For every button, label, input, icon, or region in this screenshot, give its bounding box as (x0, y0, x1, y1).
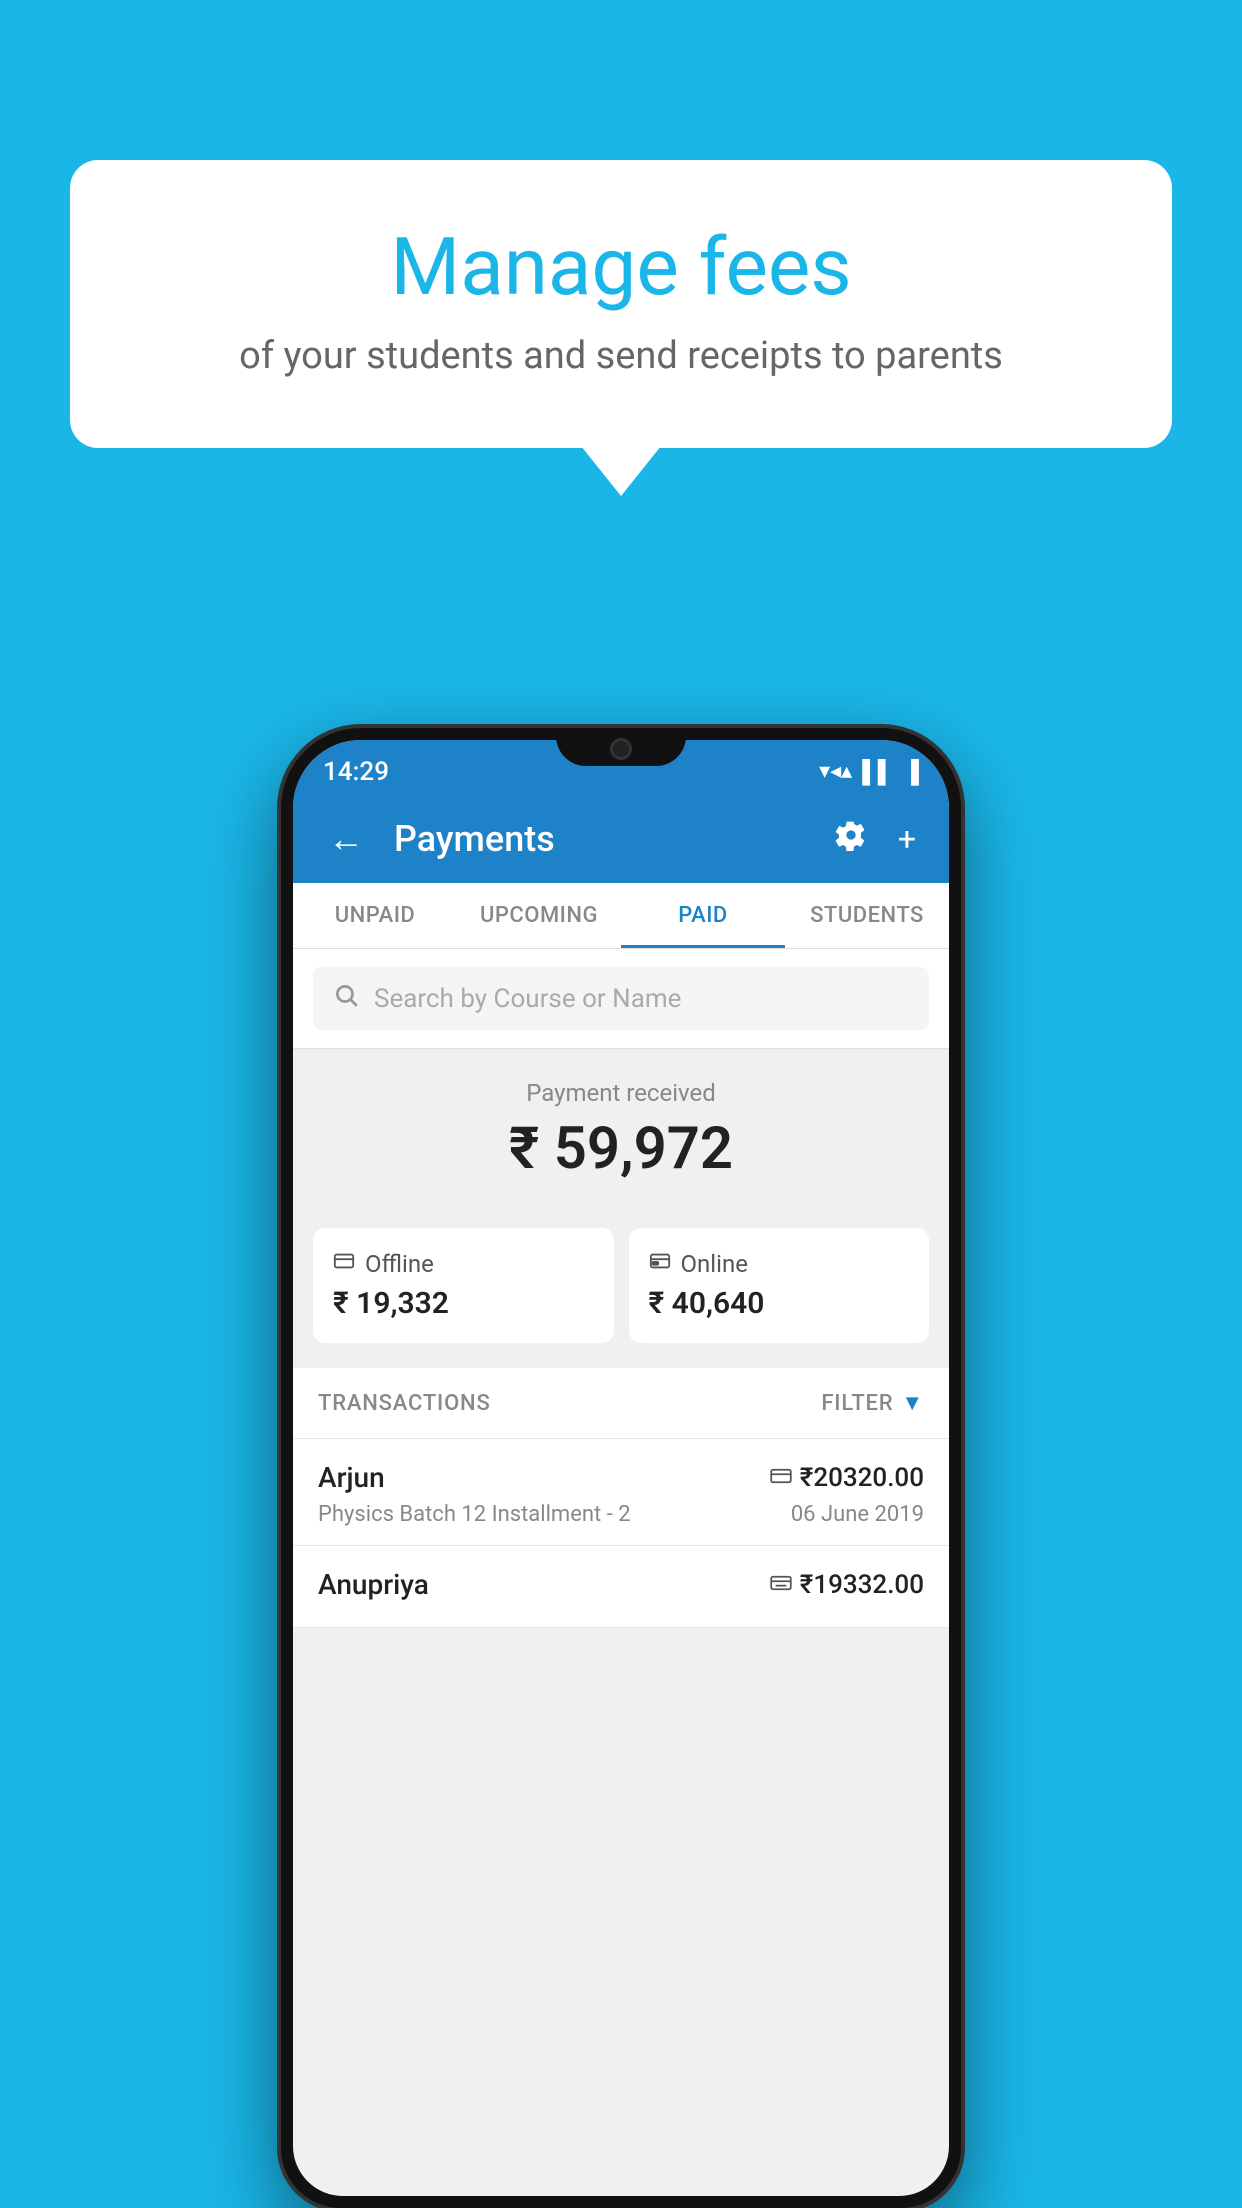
speech-bubble-container: Manage fees of your students and send re… (70, 160, 1172, 448)
speech-bubble: Manage fees of your students and send re… (70, 160, 1172, 448)
filter-label: FILTER (821, 1391, 893, 1416)
online-label: Online (681, 1250, 748, 1278)
transaction-top: Arjun ₹20320.00 (318, 1461, 924, 1494)
offline-amount: ₹ 19,332 (333, 1286, 594, 1321)
signal-icon: ▌▌ (862, 759, 893, 785)
phone-outer: 14:29 ▾◂▴ ▌▌ ▐ ← Payments (281, 728, 961, 2208)
transaction-amount: ₹20320.00 (800, 1463, 924, 1493)
app-bar: ← Payments + (293, 795, 949, 883)
search-input[interactable]: Search by Course or Name (374, 984, 681, 1014)
transaction-row[interactable]: Arjun ₹20320.00 Physics (293, 1439, 949, 1546)
transaction-amount-container: ₹20320.00 (770, 1463, 924, 1493)
payment-received-section: Payment received ₹ 59,972 (293, 1049, 949, 1208)
search-icon (333, 982, 359, 1015)
offline-label: Offline (365, 1250, 434, 1278)
back-button[interactable]: ← (318, 808, 374, 870)
phone-notch (556, 728, 686, 766)
search-container: Search by Course or Name (293, 949, 949, 1049)
online-payment-icon (770, 1465, 792, 1490)
front-camera (610, 738, 632, 760)
tab-upcoming[interactable]: UPCOMING (457, 883, 621, 948)
payment-received-amount: ₹ 59,972 (313, 1115, 929, 1183)
online-card: Online ₹ 40,640 (629, 1228, 930, 1343)
status-icons: ▾◂▴ ▌▌ ▐ (819, 759, 919, 785)
bubble-subtitle: of your students and send receipts to pa… (150, 334, 1092, 378)
offline-payment-icon (770, 1572, 792, 1597)
offline-icon (333, 1250, 355, 1278)
app-bar-title: Payments (394, 818, 807, 860)
phone-mockup: 14:29 ▾◂▴ ▌▌ ▐ ← Payments (281, 728, 961, 2208)
tab-paid[interactable]: PAID (621, 883, 785, 948)
wifi-icon: ▾◂▴ (819, 759, 852, 784)
screen-content: 14:29 ▾◂▴ ▌▌ ▐ ← Payments (293, 740, 949, 2196)
online-card-top: Online (649, 1250, 910, 1278)
filter-button[interactable]: FILTER ▼ (821, 1390, 924, 1416)
transaction-description: Physics Batch 12 Installment - 2 (318, 1502, 631, 1527)
battery-icon: ▐ (903, 759, 919, 785)
transaction-name: Arjun (318, 1461, 385, 1494)
filter-icon: ▼ (901, 1390, 924, 1416)
transaction-amount: ₹19332.00 (800, 1570, 924, 1600)
tabs-container: UNPAID UPCOMING PAID STUDENTS (293, 883, 949, 949)
bubble-title: Manage fees (150, 220, 1092, 314)
app-bar-actions: + (827, 811, 924, 867)
online-amount: ₹ 40,640 (649, 1286, 910, 1321)
settings-button[interactable] (827, 811, 875, 867)
transaction-bottom: Physics Batch 12 Installment - 2 06 June… (318, 1502, 924, 1527)
tab-unpaid[interactable]: UNPAID (293, 883, 457, 948)
transaction-row[interactable]: Anupriya ₹19332.00 (293, 1546, 949, 1628)
tab-students[interactable]: STUDENTS (785, 883, 949, 948)
gear-icon (835, 819, 867, 851)
phone-screen: 14:29 ▾◂▴ ▌▌ ▐ ← Payments (293, 740, 949, 2196)
transaction-name: Anupriya (318, 1568, 429, 1601)
payment-cards: Offline ₹ 19,332 (293, 1208, 949, 1368)
online-icon (649, 1250, 671, 1278)
transactions-label: TRANSACTIONS (318, 1391, 491, 1416)
payment-received-label: Payment received (313, 1079, 929, 1107)
offline-card-top: Offline (333, 1250, 594, 1278)
offline-card: Offline ₹ 19,332 (313, 1228, 614, 1343)
transaction-amount-container: ₹19332.00 (770, 1570, 924, 1600)
transaction-top: Anupriya ₹19332.00 (318, 1568, 924, 1601)
status-time: 14:29 (323, 757, 389, 787)
transactions-header: TRANSACTIONS FILTER ▼ (293, 1368, 949, 1439)
search-box[interactable]: Search by Course or Name (313, 967, 929, 1030)
add-button[interactable]: + (890, 812, 924, 866)
transaction-date: 06 June 2019 (791, 1502, 924, 1527)
